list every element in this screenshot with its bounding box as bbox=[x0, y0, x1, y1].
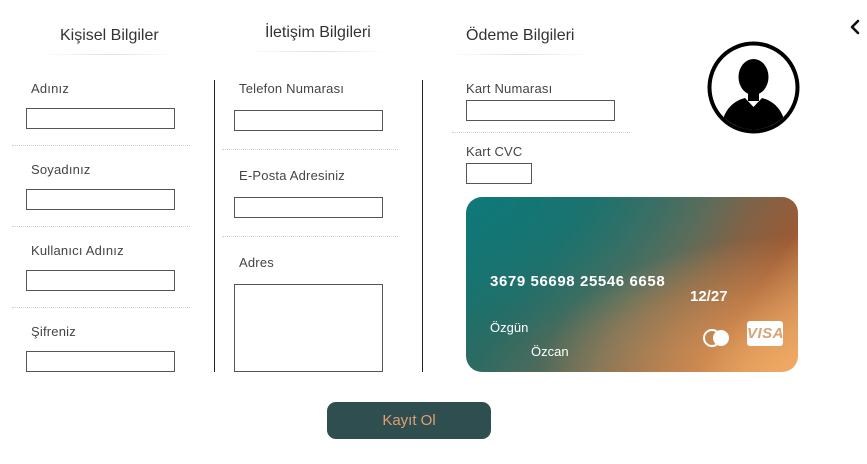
password-label: Şifreniz bbox=[31, 324, 76, 339]
title-divider bbox=[247, 51, 389, 52]
divider bbox=[222, 236, 398, 237]
email-input[interactable] bbox=[234, 197, 383, 218]
contact-title-text: İletişim Bilgileri bbox=[265, 24, 371, 41]
card-expiry-display: 12/27 bbox=[690, 288, 728, 305]
register-button[interactable]: Kayıt Ol bbox=[327, 402, 491, 439]
card-holder-last-name: Özcan bbox=[531, 344, 569, 359]
cvc-label: Kart CVC bbox=[466, 144, 523, 159]
mastercard-icon bbox=[703, 329, 729, 347]
card-number-label: Kart Numarası bbox=[466, 81, 553, 96]
title-divider bbox=[448, 54, 593, 55]
payment-title-text: Ödeme Bilgileri bbox=[466, 27, 575, 44]
visa-icon: VISA bbox=[747, 321, 784, 346]
phone-label: Telefon Numarası bbox=[239, 81, 345, 96]
divider bbox=[222, 149, 398, 150]
chevron-left-icon[interactable] bbox=[848, 18, 862, 36]
title-divider bbox=[42, 54, 177, 55]
username-label: Kullanıcı Adınız bbox=[31, 243, 124, 258]
personal-section-title: Kişisel Bilgiler bbox=[42, 27, 177, 55]
divider bbox=[12, 307, 190, 308]
password-input[interactable] bbox=[26, 351, 175, 372]
card-number-display: 3679 56698 25546 6658 bbox=[490, 273, 666, 290]
user-avatar-icon[interactable] bbox=[707, 41, 800, 134]
card-holder-first-name: Özgün bbox=[490, 320, 529, 335]
card-number-input[interactable] bbox=[466, 100, 615, 121]
address-label: Adres bbox=[239, 255, 274, 270]
credit-card-preview: 3679 56698 25546 6658 12/27 Özgün Özcan … bbox=[466, 197, 798, 372]
divider bbox=[12, 145, 190, 146]
column-divider bbox=[214, 80, 215, 372]
first-name-label: Adınız bbox=[31, 81, 70, 96]
personal-title-text: Kişisel Bilgiler bbox=[60, 27, 159, 44]
cvc-input[interactable] bbox=[466, 163, 532, 184]
divider bbox=[452, 132, 630, 133]
contact-section-title: İletişim Bilgileri bbox=[247, 24, 389, 52]
address-textarea[interactable] bbox=[234, 284, 383, 372]
payment-section-title: Ödeme Bilgileri bbox=[448, 27, 593, 55]
last-name-input[interactable] bbox=[26, 189, 175, 210]
column-divider bbox=[422, 80, 423, 372]
email-label: E-Posta Adresiniz bbox=[239, 168, 346, 183]
username-input[interactable] bbox=[26, 270, 175, 291]
phone-input[interactable] bbox=[234, 110, 383, 131]
last-name-label: Soyadınız bbox=[31, 162, 91, 177]
first-name-input[interactable] bbox=[26, 108, 175, 129]
divider bbox=[12, 226, 190, 227]
